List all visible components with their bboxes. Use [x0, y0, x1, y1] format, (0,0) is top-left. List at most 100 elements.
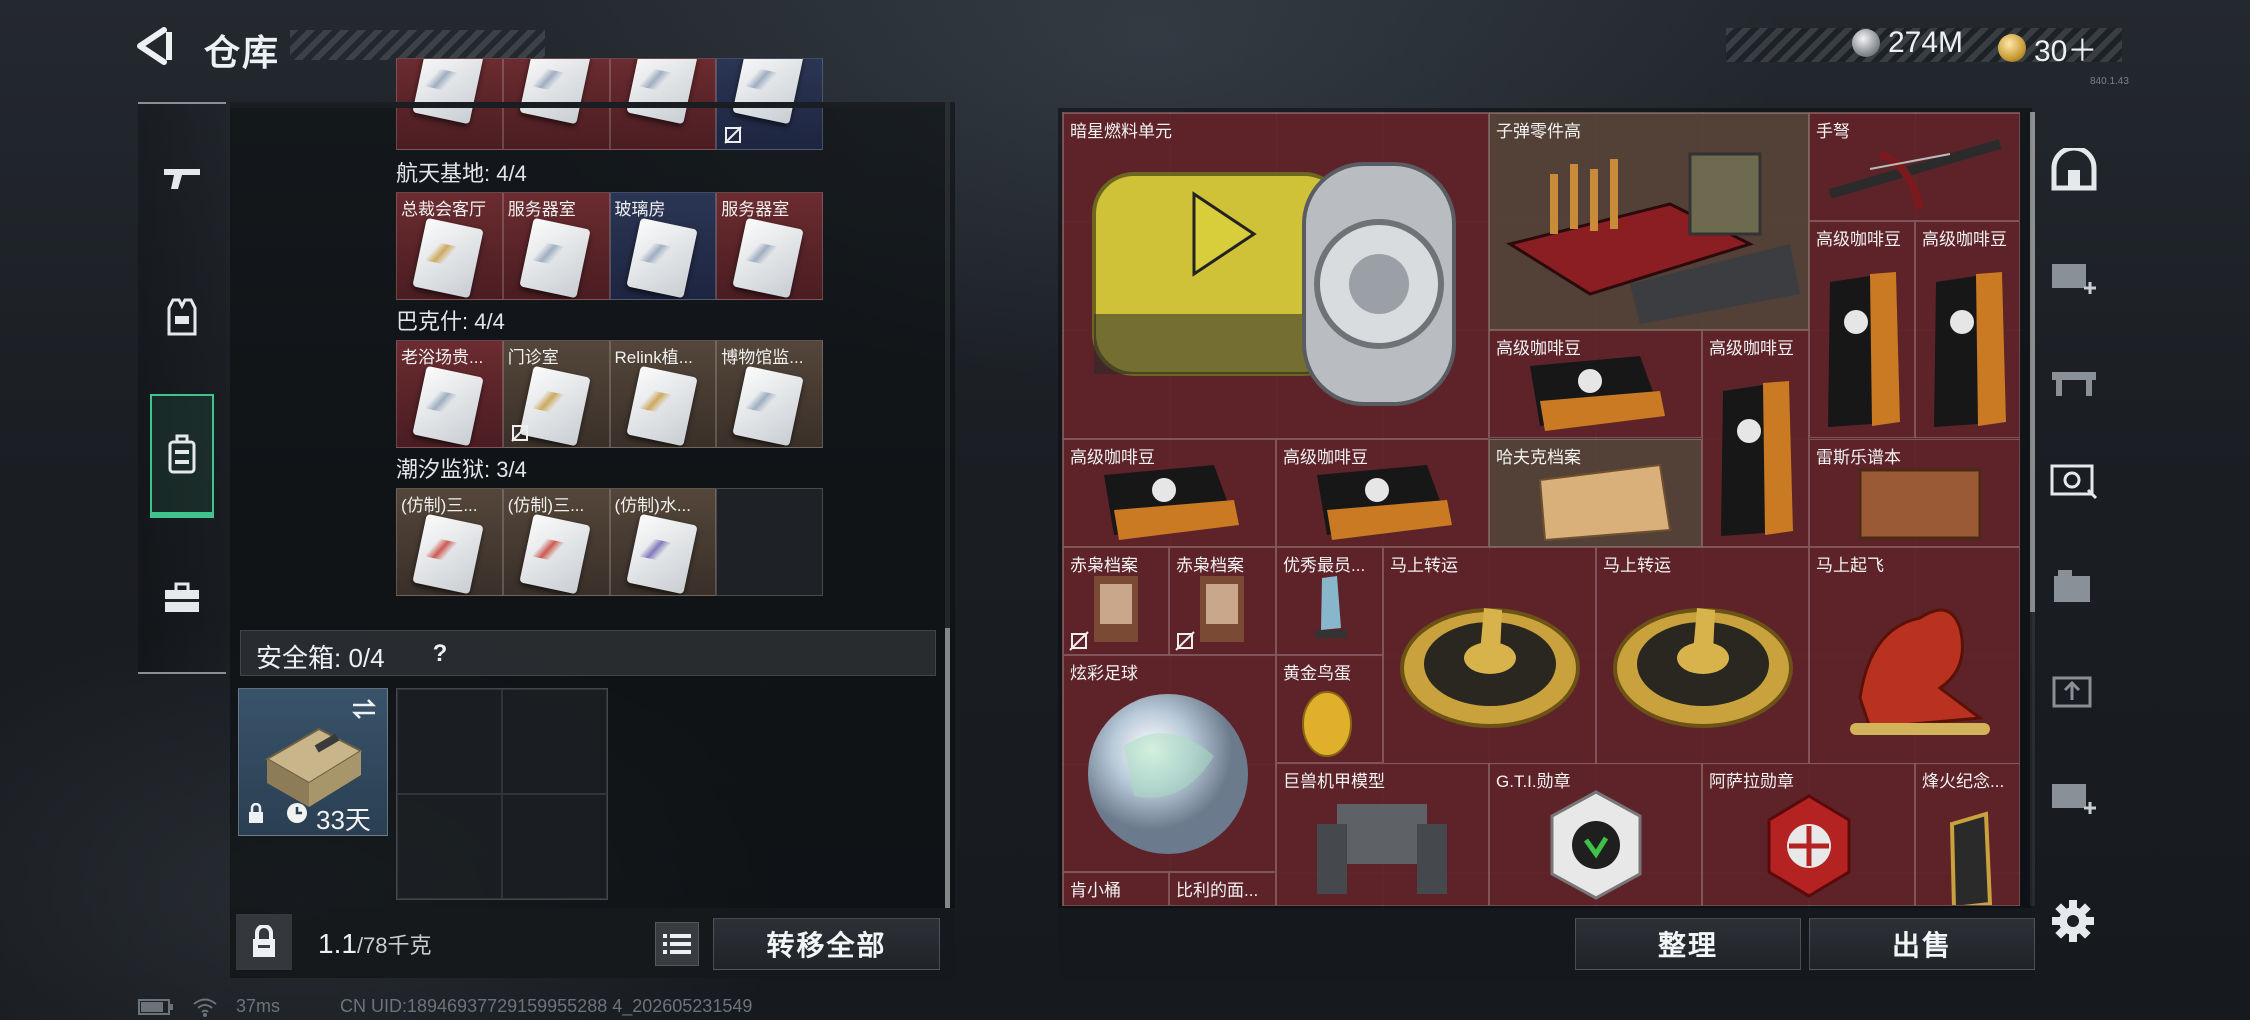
item-name: 黄金鸟蛋 [1283, 664, 1351, 683]
rail-folder-stack-button[interactable] [2048, 560, 2100, 612]
keycard-slot[interactable]: 老浴场贵... [396, 340, 503, 448]
page-title: 仓库 [204, 32, 281, 73]
gear-icon [2052, 900, 2094, 942]
keycard-slot[interactable]: 玻璃房 [609, 192, 717, 300]
stash-item[interactable]: 高级咖啡豆 [1276, 439, 1489, 547]
keycard-slot[interactable]: (仿制)三... [502, 488, 610, 596]
rail-workbench-button[interactable] [2048, 352, 2100, 404]
stash-item[interactable]: 马上起飞 [1809, 547, 2019, 764]
rail-add-storage-button[interactable] [2048, 248, 2100, 300]
keycard-slot[interactable]: Relink植... [609, 340, 717, 448]
stash-item[interactable]: 手弩 [1809, 113, 2019, 221]
rail-upload-box-button[interactable] [2048, 664, 2100, 716]
safe-vault-icon [2050, 464, 2098, 500]
keycard-slot[interactable]: 总裁会客厅 [396, 192, 503, 300]
stash-item[interactable]: 烽火纪念... [1915, 763, 2019, 905]
stash-grid: 暗星燃料单元 子弹零件高 手弩 高级咖啡豆 高级咖啡豆 高级咖啡豆 高级咖啡豆 … [1062, 112, 2020, 906]
rail-safe-vault-button[interactable] [2048, 454, 2100, 506]
stash-item[interactable]: G.T.I.勋章 [1489, 763, 1702, 905]
stash-item[interactable]: 炫彩足球 [1063, 655, 1276, 872]
backpack-scroll-thumb[interactable] [945, 628, 950, 908]
keycard-slot[interactable]: 服务器室 [502, 192, 610, 300]
rail-add-container-button[interactable] [2048, 768, 2100, 820]
key-row: (仿制)三... (仿制)三... (仿制)水... [396, 488, 823, 596]
keycard-slot[interactable]: (仿制)水... [609, 488, 717, 596]
keycard-name: 门诊室 [507, 348, 559, 367]
settings-button[interactable] [2048, 896, 2098, 946]
keycard-slot-empty[interactable] [716, 488, 823, 596]
item-name: 手弩 [1816, 122, 1850, 141]
currency-gold[interactable]: 30＋ [1998, 26, 2097, 70]
keycard-icon [625, 217, 698, 299]
keycard-icon [519, 365, 591, 447]
list-view-button[interactable] [655, 922, 699, 966]
stash-item[interactable]: 阿萨拉勋章 [1702, 763, 1915, 905]
tab-backpack[interactable] [150, 394, 214, 518]
stash-item[interactable]: 巨兽机甲模型 [1276, 763, 1489, 905]
ammo-crate-icon [1506, 152, 1800, 324]
safebox-slot[interactable] [397, 794, 502, 899]
stash-item[interactable]: 暗星燃料单元 [1063, 113, 1489, 439]
carry-weight: 1.1/78千克 [318, 928, 432, 960]
swap-icon[interactable] [351, 697, 377, 721]
no-trade-icon [724, 126, 742, 144]
safebox-help-button[interactable]: ? [426, 640, 454, 668]
keycard-name: 博物馆监... [721, 348, 804, 367]
stash-item[interactable]: 赤枭档案 [1063, 547, 1169, 655]
transfer-all-button[interactable]: 转移全部 [713, 918, 940, 970]
stash-item[interactable]: 哈夫克档案 [1489, 439, 1702, 547]
keycard-slot[interactable]: (仿制)三... [396, 488, 503, 596]
keycard-slot[interactable]: 博物馆监... [716, 340, 823, 448]
stash-item[interactable]: 比利的面... [1169, 872, 1276, 905]
key-row: 总裁会客厅 服务器室 玻璃房 服务器室 [396, 192, 823, 300]
ping-value: 37ms [236, 996, 281, 1016]
stash-scroll-thumb[interactable] [2030, 112, 2035, 612]
safebox-slot[interactable] [502, 794, 607, 899]
safebox-slot[interactable] [502, 689, 607, 794]
stash-item[interactable]: 子弹零件高 [1489, 113, 1809, 330]
stash-item[interactable]: 高级咖啡豆 [1489, 330, 1702, 438]
clock-icon [287, 803, 307, 823]
fuel-canister-icon [1092, 162, 1456, 406]
tab-armor[interactable] [150, 258, 214, 378]
coffee-bag-icon [1934, 272, 2006, 427]
silver-coin-icon [1852, 29, 1880, 57]
stash-item[interactable]: 马上转运 [1383, 547, 1596, 764]
keycard-name: Relink植... [614, 348, 693, 367]
stash-item[interactable]: 肯小桶 [1063, 872, 1169, 905]
stash-item[interactable]: 高级咖啡豆 [1702, 330, 1809, 547]
organize-button[interactable]: 整理 [1575, 918, 1801, 970]
safebox-grid[interactable] [396, 688, 608, 900]
stash-item[interactable]: 雷斯乐谱本 [1809, 439, 2019, 547]
back-button[interactable] [130, 22, 182, 70]
stash-item[interactable]: 高级咖啡豆 [1809, 221, 1915, 438]
add-container-icon [2052, 784, 2096, 814]
stash-item[interactable]: 马上转运 [1596, 547, 1809, 764]
keycard-name: (仿制)三... [507, 496, 585, 515]
stash-item[interactable]: 优秀最员... [1276, 547, 1383, 655]
safebox-slot[interactable] [397, 689, 502, 794]
keycard-slot[interactable]: 门诊室 [502, 340, 610, 448]
rail-bunker-button[interactable] [2048, 144, 2100, 196]
toolbox-icon [165, 582, 199, 612]
stash-item[interactable]: 黄金鸟蛋 [1276, 655, 1383, 763]
stash-item[interactable]: 赤枭档案 [1169, 547, 1276, 655]
keycard-icon [625, 59, 698, 125]
panel-top-edge [230, 102, 945, 108]
gun-icon [164, 169, 200, 189]
lock-icon [253, 925, 275, 957]
currency-silver[interactable]: 274M [1852, 26, 1963, 60]
sell-button[interactable]: 出售 [1809, 918, 2035, 970]
keycard-slot[interactable]: 服务器室 [716, 192, 823, 300]
tab-weapons[interactable] [150, 118, 214, 238]
stash-item[interactable]: 高级咖啡豆 [1915, 221, 2019, 438]
stash-page-rail [2038, 108, 2108, 908]
stash-item[interactable]: 高级咖啡豆 [1063, 439, 1276, 547]
key-row: 老浴场贵... 门诊室 Relink植... 博物馆监... [396, 340, 823, 448]
keycard-icon [732, 217, 804, 299]
status-bar: 37ms [138, 996, 280, 1017]
lock-button[interactable] [236, 914, 292, 970]
tab-tools[interactable] [150, 538, 214, 658]
armor-vest-icon [167, 298, 197, 336]
lock-small-icon [249, 803, 263, 823]
